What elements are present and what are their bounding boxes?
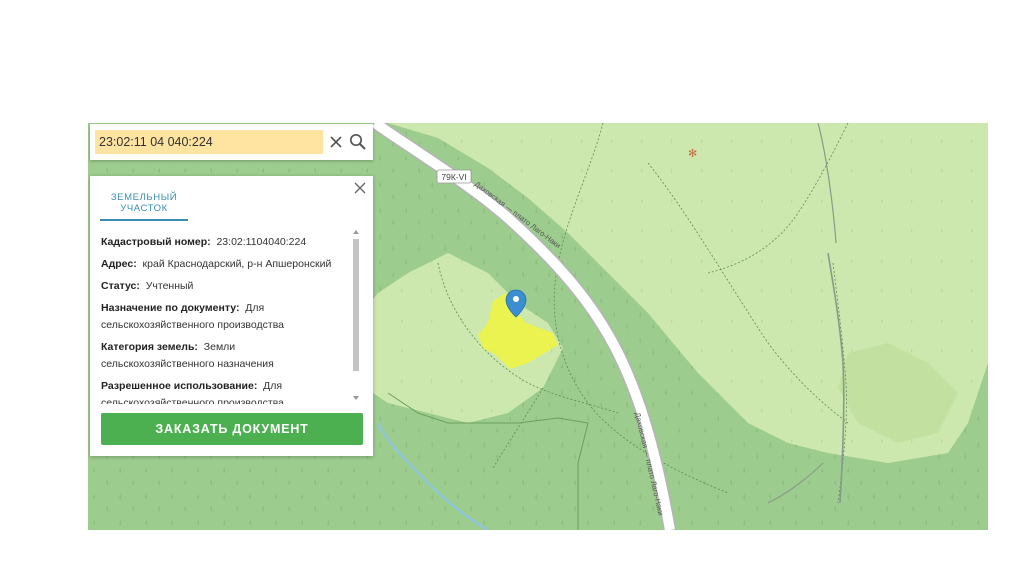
- detail-label: Статус:: [101, 280, 140, 292]
- close-icon[interactable]: [353, 181, 367, 195]
- scroll-down-arrow-icon[interactable]: [353, 396, 359, 400]
- info-panel: ЗЕМЕЛЬНЫЙ УЧАСТОК Кадастровый номер: 23:…: [90, 176, 373, 456]
- detail-label: Назначение по документу:: [101, 302, 240, 314]
- detail-label: Категория земель:: [101, 341, 198, 353]
- scrollbar-thumb[interactable]: [353, 239, 359, 371]
- poi-marker: ✻: [688, 147, 697, 160]
- detail-value: 23:02:1104040:224: [216, 236, 307, 248]
- detail-label: Кадастровый номер:: [101, 236, 211, 248]
- detail-row-status: Статус: Учтенный: [101, 278, 349, 295]
- tab-land-plot[interactable]: ЗЕМЕЛЬНЫЙ УЧАСТОК: [100, 192, 188, 221]
- detail-row-cadastral-number: Кадастровый номер: 23:02:1104040:224: [101, 234, 349, 251]
- detail-value: Учтенный: [145, 280, 194, 292]
- search-icon[interactable]: [348, 132, 368, 152]
- detail-row-permitted-use: Разрешенное использование: Для сельскохо…: [101, 378, 349, 404]
- detail-row-land-category: Категория земель: Земли сельскохозяйстве…: [101, 339, 349, 373]
- property-details: Кадастровый номер: 23:02:1104040:224 Адр…: [101, 234, 349, 404]
- road-badge: 79К-VI: [441, 172, 466, 182]
- search-bar: [90, 124, 373, 160]
- search-input[interactable]: [95, 130, 323, 154]
- detail-label: Разрешенное использование:: [101, 380, 258, 392]
- detail-row-document-purpose: Назначение по документу: Для сельскохозя…: [101, 300, 349, 334]
- detail-row-address: Адрес: край Краснодарский, р-н Апшеронск…: [101, 256, 349, 273]
- detail-value: край Краснодарский, р-н Апшеронский: [142, 258, 332, 270]
- scrollbar[interactable]: [352, 228, 360, 404]
- detail-label: Адрес:: [101, 258, 137, 270]
- clear-icon[interactable]: [327, 132, 345, 152]
- order-document-button[interactable]: ЗАКАЗАТЬ ДОКУМЕНТ: [101, 413, 363, 445]
- scroll-up-arrow-icon[interactable]: [353, 230, 359, 234]
